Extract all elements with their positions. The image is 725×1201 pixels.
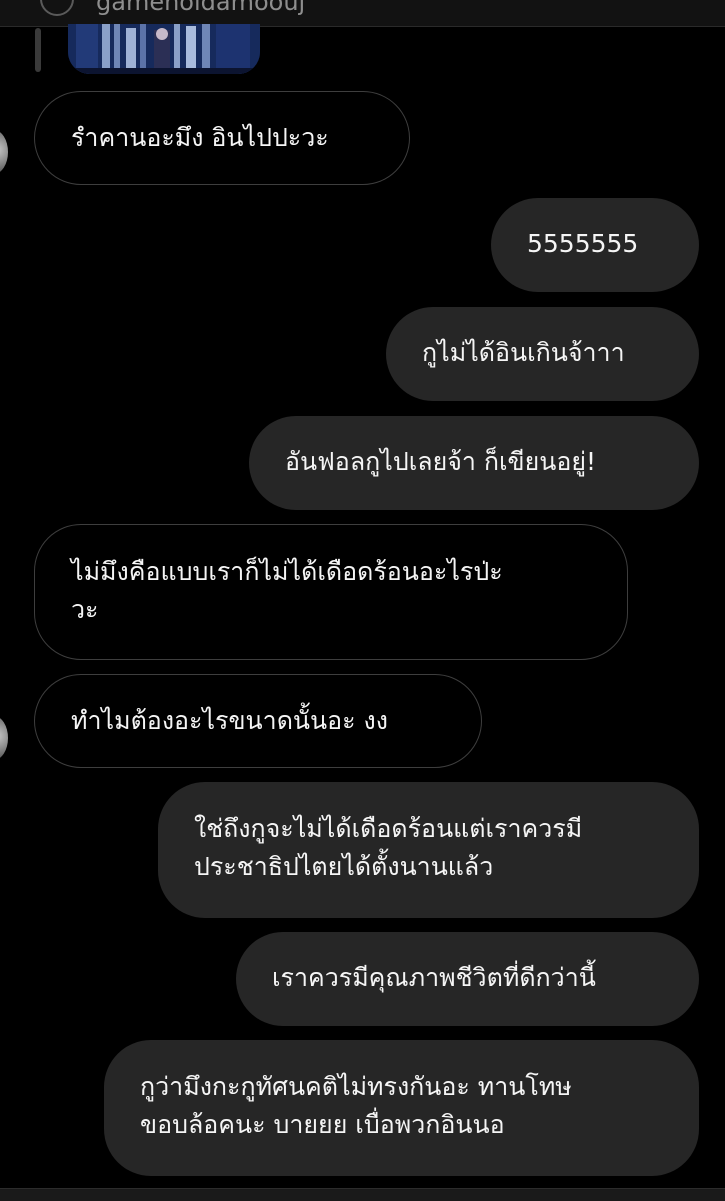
message-bubble-sent[interactable]: อันฟอลกูไปเลยจ้า ก็เขียนอยู่! — [249, 416, 699, 510]
composer-edge — [0, 1188, 725, 1201]
chat-header: gameholdamoouj — [0, 0, 725, 27]
message-bubble-received[interactable]: ไม่มึงคือแบบเราก็ไม่ได้เดือดร้อนอะไรป่ะ … — [34, 524, 628, 660]
shared-image-thumbnail[interactable] — [68, 24, 260, 74]
reply-indicator-bar — [35, 28, 41, 72]
message-bubble-sent[interactable]: ใช่ถึงกูจะไม่ได้เดือดร้อนแต่เราควรมี ประ… — [158, 782, 699, 918]
message-bubble-received[interactable]: ทำไมต้องอะไรขนาดนั้นอะ งง — [34, 674, 482, 768]
message-bubble-sent[interactable]: กูว่ามึงกะกูทัศนคติไม่ทรงกันอะ ทานโทษ ขอ… — [104, 1040, 699, 1176]
header-avatar[interactable] — [40, 0, 74, 16]
header-username[interactable]: gameholdamoouj — [96, 0, 305, 16]
contact-avatar[interactable] — [0, 716, 8, 760]
message-bubble-sent[interactable]: เราควรมีคุณภาพชีวิตที่ดีกว่านี้ — [236, 932, 699, 1026]
message-bubble-sent[interactable]: กูไม่ได้อินเกินจ้าาา — [386, 307, 699, 401]
message-bubble-sent[interactable]: 5555555 — [491, 198, 699, 292]
message-bubble-received[interactable]: รำคานอะมึง อินไปปะวะ — [34, 91, 410, 185]
contact-avatar[interactable] — [0, 130, 8, 174]
